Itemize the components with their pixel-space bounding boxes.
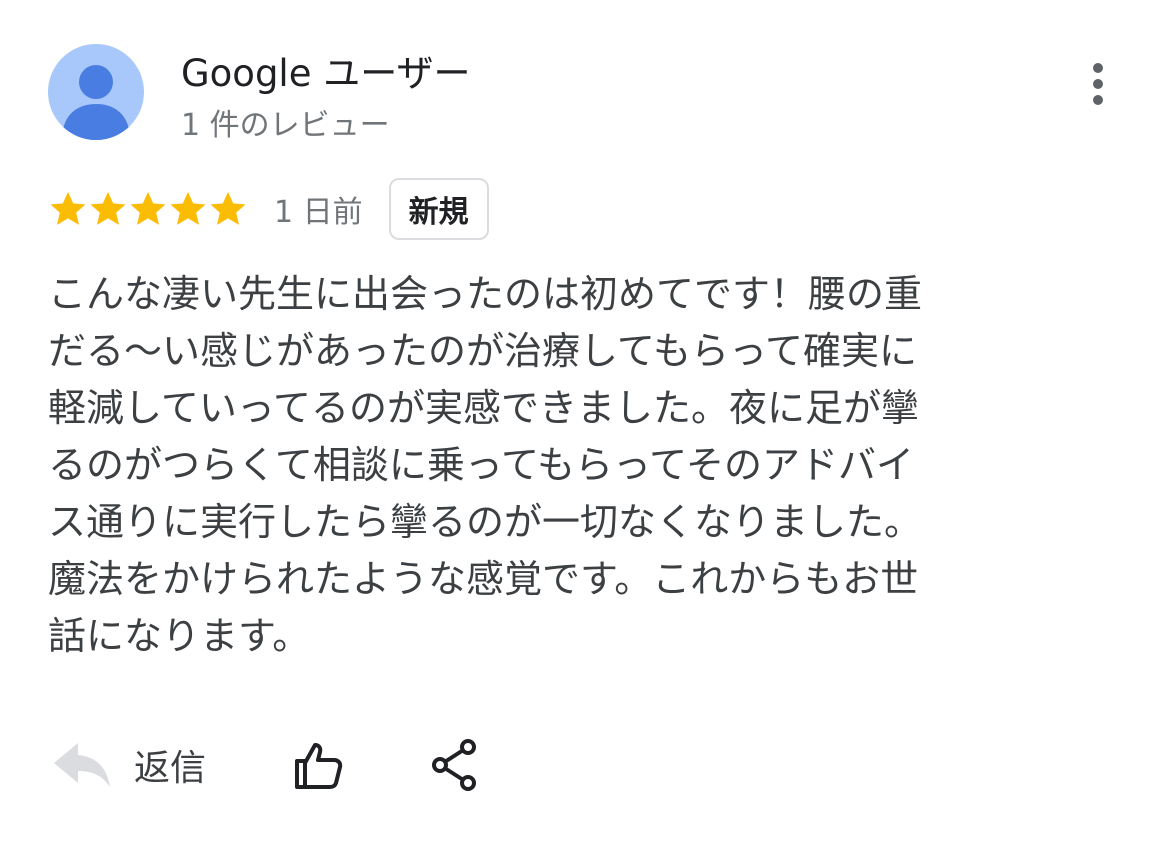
more-vertical-icon — [1093, 63, 1103, 73]
review-line: 話になります。 — [48, 614, 311, 658]
reply-arrow-icon[interactable] — [52, 739, 112, 791]
review-line: るのがつらくて相談に乗ってもらってそのアドバイ — [48, 443, 915, 487]
more-vertical-icon-dot — [1093, 79, 1103, 89]
avatar[interactable] — [48, 44, 144, 140]
review-line: ス通りに実行したら攣るのが一切なくなりました。 — [48, 500, 923, 544]
like-button[interactable] — [292, 739, 344, 791]
person-icon — [62, 65, 130, 140]
review-actions: 返信 — [52, 730, 478, 800]
review-date: 1 日前 — [274, 195, 363, 230]
star-icon — [210, 192, 246, 225]
star-icon — [170, 192, 206, 225]
review-line: だる〜い感じがあったのが治療してもらって確実に — [48, 329, 918, 373]
share-icon — [432, 739, 477, 791]
review-text: こんな凄い先生に出会ったのは初めてです！腰の重 だる〜い感じがあったのが治療して… — [48, 266, 1048, 665]
reviewer-name[interactable]: Google ユーザー — [181, 52, 471, 96]
review-line: 魔法をかけられたような感覚です。これからもお世 — [48, 557, 919, 601]
review-count: 1 件のレビュー — [181, 108, 390, 143]
thumbs-up-icon — [295, 743, 343, 789]
star-rating — [48, 189, 248, 229]
more-options-button[interactable] — [1078, 58, 1118, 110]
share-button[interactable] — [432, 739, 478, 791]
review-line: こんな凄い先生に出会ったのは初めてです！腰の重 — [48, 272, 923, 316]
star-icon — [50, 192, 86, 225]
star-icon — [130, 192, 166, 225]
new-badge: 新規 — [388, 178, 489, 240]
star-icon — [90, 192, 126, 225]
rating-row: 1 日前 新規 — [48, 176, 489, 242]
review-line: 軽減していってるのが実感できました。夜に足が攣 — [48, 386, 919, 430]
more-vertical-icon-dot — [1093, 95, 1103, 105]
reply-button[interactable]: 返信 — [134, 739, 206, 791]
